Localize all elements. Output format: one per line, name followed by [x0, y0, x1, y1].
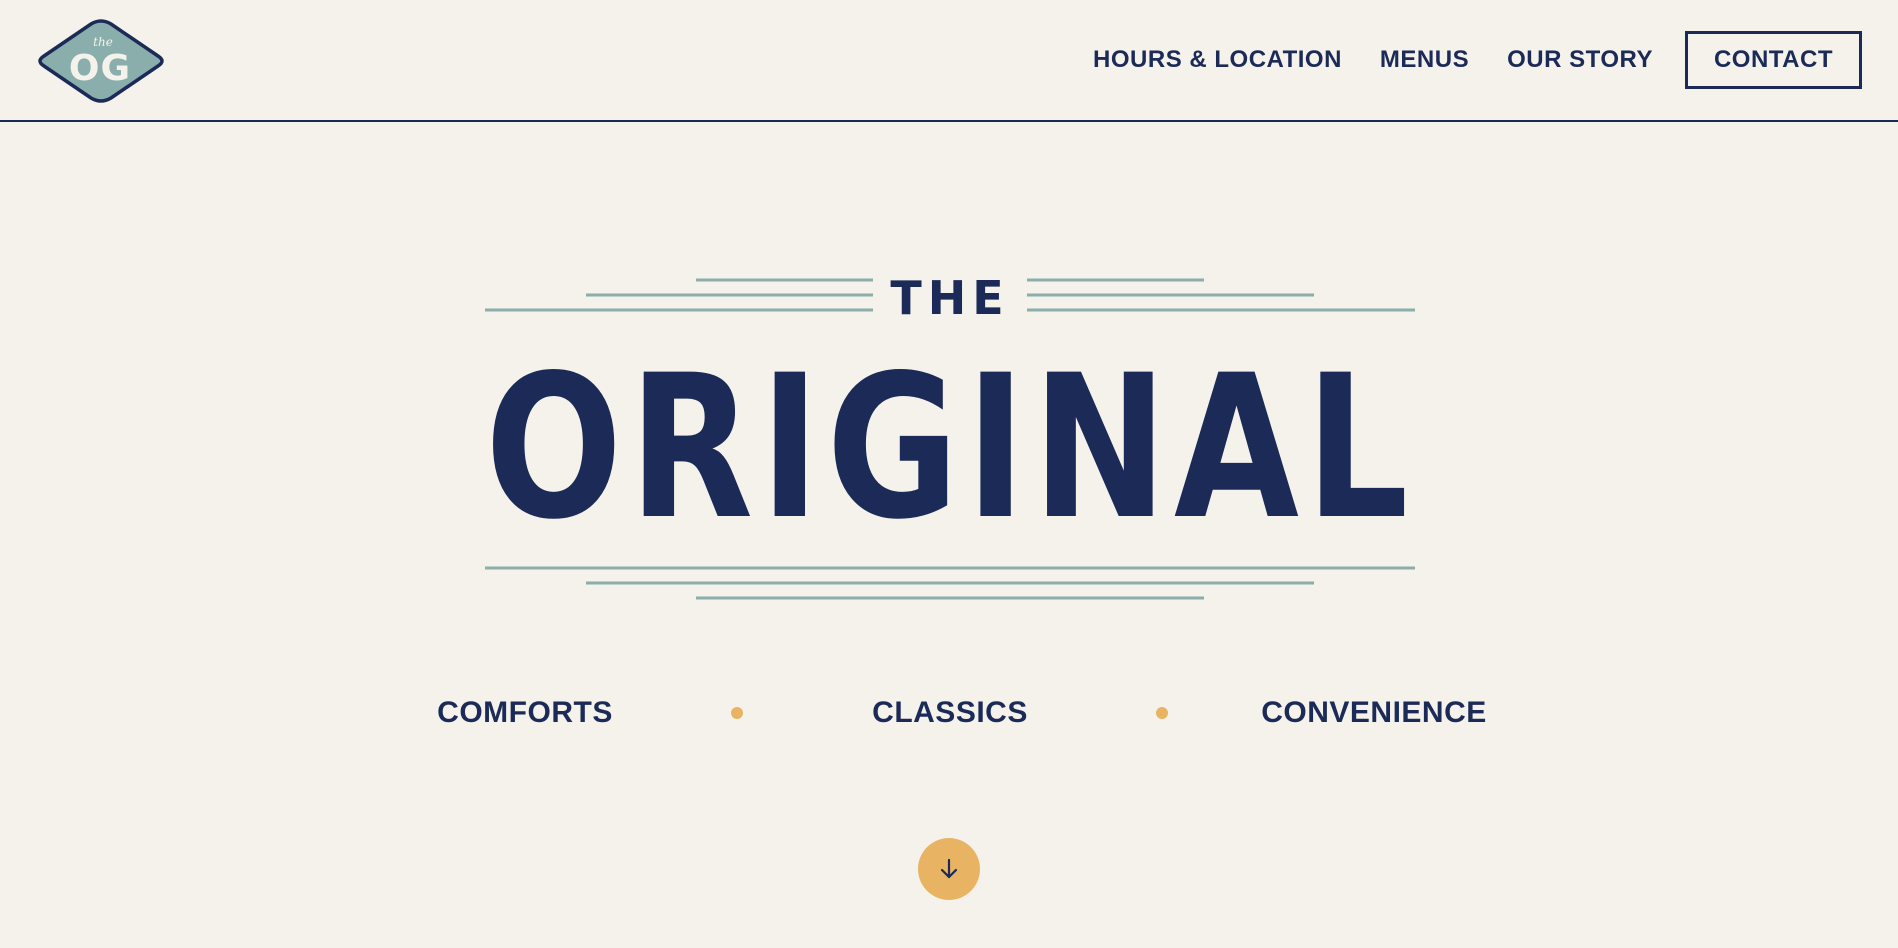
og-logo-badge: the OG [38, 19, 164, 103]
logo-small-text: the [93, 35, 113, 49]
nav-hours-location[interactable]: HOURS & LOCATION [1093, 46, 1342, 74]
site-header: the OG HOURS & LOCATION MENUS OUR STORY … [0, 0, 1898, 122]
logo-big-text: OG [69, 48, 131, 89]
tagline-comforts: COMFORTS [437, 696, 613, 729]
top-rules-right [1027, 278, 1415, 312]
tagline-convenience: CONVENIENCE [1261, 696, 1487, 729]
tagline-classics: CLASSICS [872, 696, 1028, 729]
wordmark-original: ORIGINAL [485, 332, 1415, 563]
nav-menus[interactable]: MENUS [1380, 46, 1469, 74]
og-logo[interactable]: the OG [36, 18, 166, 104]
tagline-separator-dot [731, 707, 743, 719]
top-rules-left [485, 278, 873, 312]
hero-wordmark: THE ORIGINAL [480, 270, 1420, 610]
bottom-rules [485, 566, 1415, 600]
tagline: COMFORTS CLASSICS CONVENIENCE [0, 688, 1898, 738]
main-nav: HOURS & LOCATION MENUS OUR STORY CONTACT [1055, 30, 1862, 90]
wordmark-the: THE [890, 271, 1009, 325]
tagline-separator-dot [1156, 707, 1168, 719]
wordmark-graphic: THE ORIGINAL [485, 271, 1415, 600]
scroll-down-button[interactable] [918, 838, 980, 900]
nav-our-story[interactable]: OUR STORY [1507, 46, 1653, 74]
arrow-down-icon [940, 858, 958, 879]
contact-button[interactable]: CONTACT [1684, 31, 1862, 89]
